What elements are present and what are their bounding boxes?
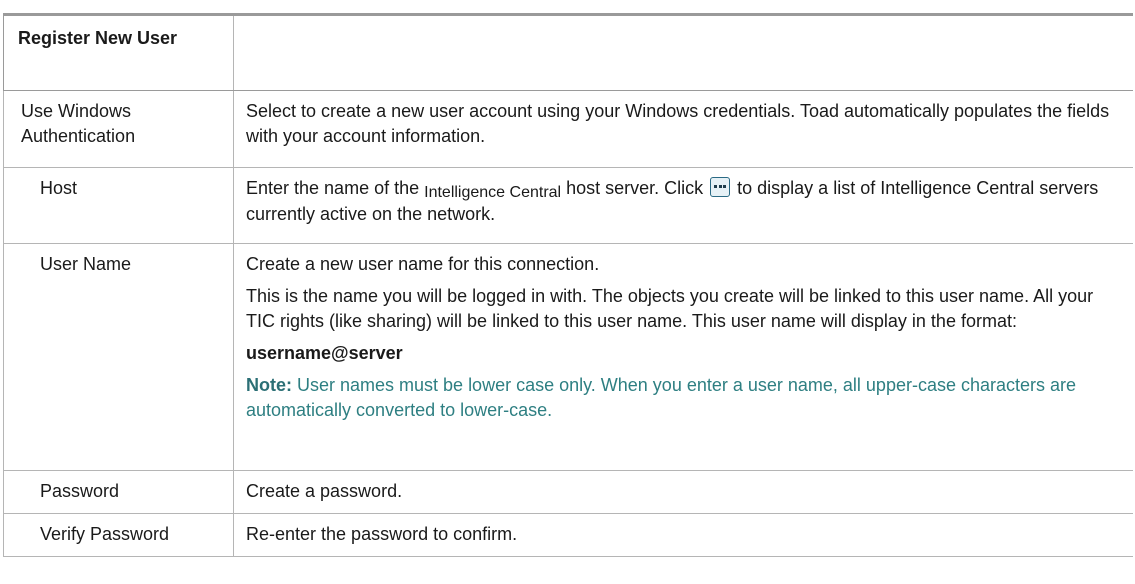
user-name-note: Note: User names must be lower case only… [246,373,1119,423]
row-term-host: Host [3,167,234,244]
user-name-desc-2: This is the name you will be logged in w… [246,286,1094,331]
table-header-title: Register New User [3,13,234,91]
row-desc-host: Enter the name of the Intelligence Centr… [233,167,1133,244]
host-description: Enter the name of the Intelligence Centr… [246,176,1119,227]
host-desc-highlight: Intelligence Central [424,184,562,201]
note-label: Note: [246,375,292,395]
row-term-user-name: User Name [3,243,234,471]
row-term-verify-password: Verify Password [3,513,234,557]
row-term-password: Password [3,470,234,514]
register-new-user-table: Register New User Use Windows Authentica… [3,13,1133,557]
ellipsis-icon[interactable] [710,177,731,197]
table-row: Password Create a password. [3,470,1133,514]
host-desc-part1: Enter the name of the [246,178,425,198]
row-desc-password: Create a password. [233,470,1133,514]
user-name-desc-1: Create a new user name for this connecti… [246,254,600,274]
row-desc-windows-auth: Select to create a new user account usin… [233,90,1133,168]
table-header-row: Register New User [3,13,1133,91]
note-text: User names must be lower case only. When… [246,375,1077,420]
windows-auth-description: Select to create a new user account usin… [246,101,1110,146]
host-desc-part2: host server. Click [561,178,709,198]
table-row: Verify Password Re-enter the password to… [3,513,1133,557]
table-row: Use Windows Authentication Select to cre… [3,90,1133,168]
row-desc-verify-password: Re-enter the password to confirm. [233,513,1133,557]
user-name-format: username@server [246,343,403,363]
table-row: Host Enter the name of the Intelligence … [3,167,1133,244]
row-desc-user-name: Create a new user name for this connecti… [233,243,1133,471]
table-header-blank [233,13,1133,91]
row-term-windows-auth: Use Windows Authentication [3,90,234,168]
table-row: User Name Create a new user name for thi… [3,243,1133,471]
